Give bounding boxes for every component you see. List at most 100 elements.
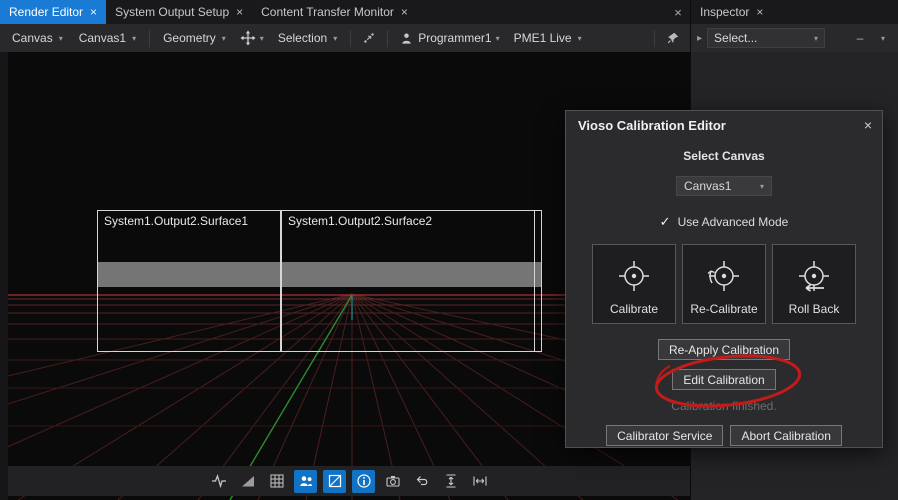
chevron-down-icon: ▾ bbox=[222, 34, 226, 43]
dropdown-label: Programmer1 bbox=[418, 31, 491, 45]
tab-system-output-setup[interactable]: System Output Setup × bbox=[106, 0, 252, 24]
close-icon[interactable]: × bbox=[401, 6, 408, 18]
close-icon[interactable]: × bbox=[236, 6, 243, 18]
waveform-button[interactable] bbox=[207, 470, 230, 493]
expand-arrow-icon[interactable]: ▸ bbox=[697, 33, 702, 44]
dropdown-label: Select... bbox=[714, 31, 757, 45]
inspector-select-dropdown[interactable]: Select... ▾ bbox=[707, 28, 825, 48]
grid-icon bbox=[269, 473, 285, 489]
chevron-down-icon: ▾ bbox=[59, 34, 63, 43]
programmer-icon bbox=[399, 31, 414, 46]
ramp-icon bbox=[240, 473, 256, 489]
chevron-down-icon: ▾ bbox=[814, 34, 818, 43]
dropdown-label: Selection bbox=[278, 31, 327, 45]
close-icon[interactable]: × bbox=[864, 117, 872, 133]
tab-label: Inspector bbox=[700, 5, 749, 19]
pin-icon bbox=[666, 31, 680, 45]
move-tool-dropdown[interactable]: ▾ bbox=[236, 28, 268, 48]
dropdown-label: Canvas1 bbox=[684, 179, 731, 193]
chevron-down-icon: ▾ bbox=[496, 34, 500, 43]
chevron-down-icon: ▾ bbox=[881, 34, 885, 43]
vioso-calibration-dialog: Vioso Calibration Editor × Select Canvas… bbox=[565, 110, 883, 448]
recalibrate-button[interactable]: Re-Calibrate bbox=[682, 244, 766, 324]
rollback-button[interactable]: Roll Back bbox=[772, 244, 856, 324]
inspector-tabbar: Inspector × bbox=[691, 0, 898, 24]
grid-toggle-button[interactable] bbox=[265, 470, 288, 493]
horizontal-fit-icon bbox=[472, 473, 488, 489]
surface1-wireframe[interactable]: System1.Output2.Surface1 bbox=[97, 210, 281, 352]
surface2-wireframe[interactable]: System1.Output2.Surface2 bbox=[281, 210, 542, 352]
close-icon[interactable]: × bbox=[756, 6, 763, 18]
fit-horizontal-button[interactable] bbox=[468, 470, 491, 493]
button-label: Calibrator Service bbox=[617, 429, 712, 443]
calibrate-button[interactable]: Calibrate bbox=[592, 244, 676, 324]
close-icon[interactable]: × bbox=[666, 0, 690, 24]
camera-icon bbox=[385, 473, 401, 489]
info-overlay-button[interactable] bbox=[352, 470, 375, 493]
rollback-label: Roll Back bbox=[789, 302, 840, 316]
selection-overlay-button[interactable] bbox=[323, 470, 346, 493]
dialog-title: Vioso Calibration Editor bbox=[578, 118, 726, 133]
surface1-label: System1.Output2.Surface1 bbox=[104, 214, 248, 228]
crosshair-rollback-icon bbox=[794, 256, 834, 296]
surface2-label: System1.Output2.Surface2 bbox=[288, 214, 432, 228]
canvas-mode-dropdown[interactable]: Canvas ▾ bbox=[6, 29, 69, 47]
move-icon bbox=[240, 30, 256, 46]
editor-tabbar: Render Editor × System Output Setup × Co… bbox=[0, 0, 690, 24]
crosshair-icon bbox=[614, 256, 654, 296]
reapply-calibration-button[interactable]: Re-Apply Calibration bbox=[658, 339, 790, 360]
check-icon: ✓ bbox=[660, 214, 671, 230]
chevron-down-icon: ▾ bbox=[333, 34, 337, 43]
panel-menu-button[interactable]: ▾ bbox=[874, 29, 892, 47]
chevron-down-icon: ▾ bbox=[760, 182, 764, 191]
calibration-status-text: Calibration finished. bbox=[671, 399, 776, 413]
chevron-down-icon: ▾ bbox=[260, 34, 264, 43]
dialog-titlebar[interactable]: Vioso Calibration Editor × bbox=[566, 111, 882, 139]
button-label: Abort Calibration bbox=[741, 429, 830, 443]
undo-icon bbox=[414, 473, 430, 489]
tab-label: Render Editor bbox=[9, 5, 83, 19]
calibrator-service-button[interactable]: Calibrator Service bbox=[606, 425, 723, 446]
waveform-icon bbox=[211, 473, 227, 489]
chevron-down-icon: ▾ bbox=[132, 34, 136, 43]
collapse-button[interactable]: – bbox=[851, 29, 869, 47]
dropdown-label: PME1 Live bbox=[514, 31, 572, 45]
dropdown-label: Canvas bbox=[12, 31, 53, 45]
dropdown-label: Geometry bbox=[163, 31, 216, 45]
info-icon bbox=[356, 473, 372, 489]
calibrate-label: Calibrate bbox=[610, 302, 658, 316]
select-canvas-label: Select Canvas bbox=[683, 149, 764, 163]
viewport-toolbar bbox=[8, 466, 690, 496]
tab-render-editor[interactable]: Render Editor × bbox=[0, 0, 106, 24]
dropdown-label: Canvas1 bbox=[79, 31, 126, 45]
people-icon bbox=[298, 473, 314, 489]
snapshot-button[interactable] bbox=[381, 470, 404, 493]
canvas-dropdown[interactable]: Canvas1 ▾ bbox=[676, 176, 772, 196]
selection-dropdown[interactable]: Selection ▾ bbox=[272, 29, 343, 47]
tab-label: Content Transfer Monitor bbox=[261, 5, 394, 19]
reset-view-button[interactable] bbox=[410, 470, 433, 493]
button-label: Re-Apply Calibration bbox=[669, 343, 779, 357]
ramp-button[interactable] bbox=[236, 470, 259, 493]
pme-dropdown[interactable]: PME1 Live ▾ bbox=[508, 29, 588, 47]
tab-inspector[interactable]: Inspector × bbox=[691, 0, 772, 24]
inspector-toolbar: ▸ Select... ▾ – ▾ bbox=[691, 24, 898, 52]
advanced-mode-checkbox[interactable]: ✓ Use Advanced Mode bbox=[660, 214, 789, 230]
programmer-dropdown[interactable]: Programmer1 ▾ bbox=[395, 29, 503, 48]
surface2-edge-handle bbox=[534, 211, 535, 351]
fit-vertical-button[interactable] bbox=[439, 470, 462, 493]
tab-label: System Output Setup bbox=[115, 5, 229, 19]
people-view-button[interactable] bbox=[294, 470, 317, 493]
snap-tool-button[interactable] bbox=[358, 29, 380, 47]
chevron-down-icon: ▾ bbox=[578, 34, 582, 43]
geometry-dropdown[interactable]: Geometry ▾ bbox=[157, 29, 232, 47]
selection-box-icon bbox=[327, 473, 343, 489]
close-icon[interactable]: × bbox=[90, 6, 97, 18]
abort-calibration-button[interactable]: Abort Calibration bbox=[730, 425, 841, 446]
tab-content-transfer-monitor[interactable]: Content Transfer Monitor × bbox=[252, 0, 417, 24]
pin-panel-button[interactable] bbox=[662, 29, 684, 47]
edit-calibration-button[interactable]: Edit Calibration bbox=[672, 369, 775, 390]
crosshair-recalibrate-icon bbox=[704, 256, 744, 296]
scale-snap-icon bbox=[362, 31, 376, 45]
canvas-select-dropdown[interactable]: Canvas1 ▾ bbox=[73, 29, 142, 47]
